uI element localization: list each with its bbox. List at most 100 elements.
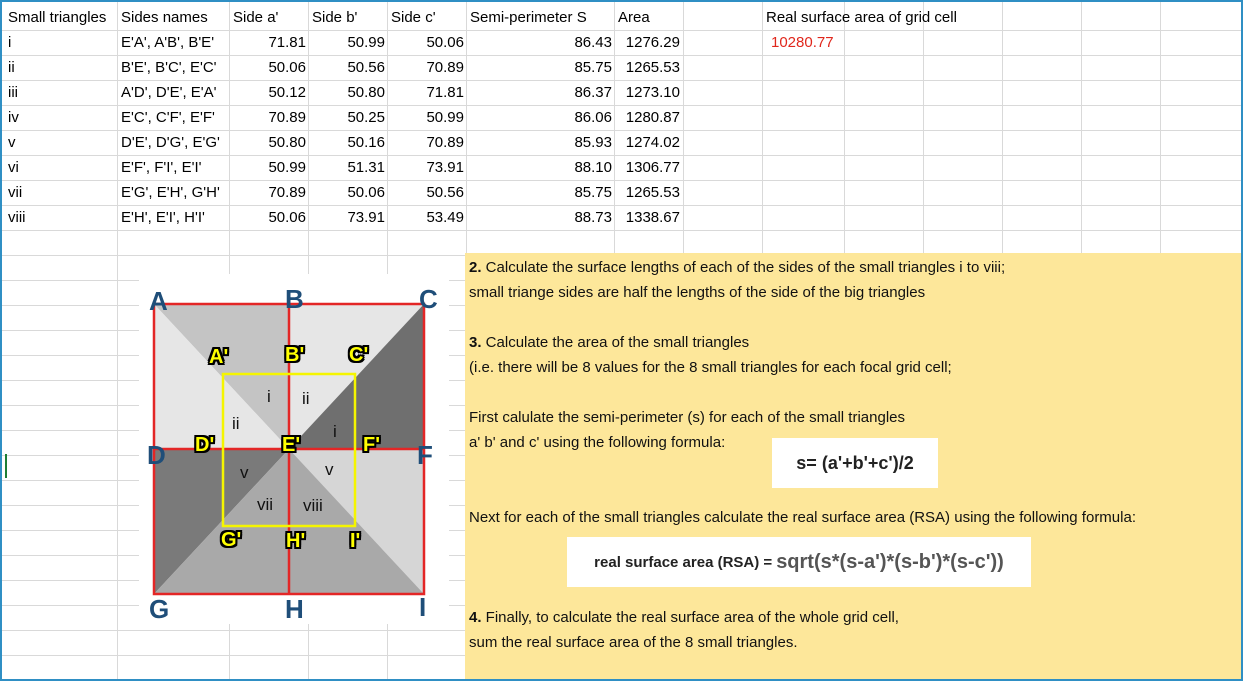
corner-label-b: B: [285, 284, 304, 314]
cell-area[interactable]: 1338.67: [618, 205, 680, 230]
cell-triangle-id[interactable]: iv: [8, 105, 116, 130]
step4-line2: sum the real surface area of the 8 small…: [469, 634, 798, 651]
header-side-b[interactable]: Side b': [312, 5, 386, 30]
cell-semi-perimeter[interactable]: 86.43: [470, 30, 612, 55]
cell-side-a[interactable]: 50.99: [233, 155, 306, 180]
point-label-a-prime: A': [209, 346, 229, 368]
corner-label-h: H: [285, 594, 304, 624]
cell-side-a[interactable]: 50.80: [233, 130, 306, 155]
grid-row-line: [2, 230, 1241, 231]
cell-side-a[interactable]: 50.06: [233, 205, 306, 230]
spreadsheet-window: Small triangles Sides names Side a' Side…: [0, 0, 1243, 681]
step2-number: 2.: [469, 259, 482, 276]
cell-side-c[interactable]: 50.06: [391, 30, 464, 55]
triangle-label-v-right: v: [325, 460, 334, 479]
cell-area[interactable]: 1265.53: [618, 55, 680, 80]
cell-triangle-id[interactable]: vii: [8, 180, 116, 205]
triangle-grid-diagram: A B C D F G H I A' B' C' D' E' F' G' H' …: [139, 274, 449, 624]
cell-area[interactable]: 1306.77: [618, 155, 680, 180]
cell-side-c[interactable]: 73.91: [391, 155, 464, 180]
corner-label-i: I: [419, 592, 427, 622]
cell-triangle-id[interactable]: i: [8, 30, 116, 55]
cell-side-c[interactable]: 70.89: [391, 130, 464, 155]
formula-rsa-expression: sqrt(s*(s-a')*(s-b')*(s-c')): [776, 550, 1004, 573]
triangle-label-i-right: i: [333, 422, 337, 441]
formula-rsa: real surface area (RSA) = sqrt(s*(s-a')*…: [567, 537, 1031, 587]
step3-line3: First calulate the semi-perimeter (s) fo…: [469, 409, 905, 426]
cell-triangle-id[interactable]: ii: [8, 55, 116, 80]
point-label-i-prime: I': [350, 530, 361, 552]
header-semi-perimeter[interactable]: Semi-perimeter S: [470, 5, 613, 30]
cell-area[interactable]: 1276.29: [618, 30, 680, 55]
cell-side-b[interactable]: 73.91: [312, 205, 385, 230]
cell-sides-names[interactable]: E'F', F'I', E'I': [121, 155, 227, 180]
cell-side-a[interactable]: 70.89: [233, 180, 306, 205]
cell-side-c[interactable]: 71.81: [391, 80, 464, 105]
point-label-f-prime: F': [363, 434, 380, 456]
cell-side-b[interactable]: 50.80: [312, 80, 385, 105]
cell-side-b[interactable]: 51.31: [312, 155, 385, 180]
cell-semi-perimeter[interactable]: 86.06: [470, 105, 612, 130]
cell-semi-perimeter[interactable]: 85.93: [470, 130, 612, 155]
cell-sides-names[interactable]: E'H', E'I', H'I': [121, 205, 227, 230]
cell-sides-names[interactable]: B'E', B'C', E'C': [121, 55, 227, 80]
cell-sides-names[interactable]: A'D', D'E', E'A': [121, 80, 227, 105]
cell-semi-perimeter[interactable]: 86.37: [470, 80, 612, 105]
instruction-note: 2. Calculate the surface lengths of each…: [465, 253, 1241, 679]
triangle-label-i-top: i: [267, 387, 271, 406]
cell-area[interactable]: 1273.10: [618, 80, 680, 105]
cell-side-a[interactable]: 50.12: [233, 80, 306, 105]
triangle-label-viii: viii: [303, 496, 323, 515]
cell-semi-perimeter[interactable]: 88.10: [470, 155, 612, 180]
corner-label-g: G: [149, 594, 170, 624]
triangle-label-ii-left: ii: [232, 414, 240, 433]
cell-semi-perimeter[interactable]: 85.75: [470, 180, 612, 205]
cell-triangle-id[interactable]: vi: [8, 155, 116, 180]
cell-semi-perimeter[interactable]: 88.73: [470, 205, 612, 230]
cell-triangle-id[interactable]: v: [8, 130, 116, 155]
cell-side-c[interactable]: 50.99: [391, 105, 464, 130]
header-sides-names[interactable]: Sides names: [121, 5, 227, 30]
formula-semi-perimeter: s= (a'+b'+c')/2: [772, 438, 938, 488]
cell-side-a[interactable]: 70.89: [233, 105, 306, 130]
cell-side-b[interactable]: 50.99: [312, 30, 385, 55]
step4-line1: 4. Finally, to calculate the real surfac…: [469, 605, 899, 630]
cell-sides-names[interactable]: D'E', D'G', E'G': [121, 130, 227, 155]
grid-col-line: [117, 2, 118, 679]
header-side-c[interactable]: Side c': [391, 5, 465, 30]
cell-side-c[interactable]: 50.56: [391, 180, 464, 205]
cell-sides-names[interactable]: E'G', E'H', G'H': [121, 180, 227, 205]
cell-side-b[interactable]: 50.56: [312, 55, 385, 80]
cell-side-b[interactable]: 50.06: [312, 180, 385, 205]
cell-area[interactable]: 1274.02: [618, 130, 680, 155]
cell-triangle-id[interactable]: iii: [8, 80, 116, 105]
cell-semi-perimeter[interactable]: 85.75: [470, 55, 612, 80]
cell-side-a[interactable]: 50.06: [233, 55, 306, 80]
step2-text: Calculate the surface lengths of each of…: [481, 259, 1006, 276]
cell-sides-names[interactable]: E'C', C'F', E'F': [121, 105, 227, 130]
active-cell-marker: [5, 454, 7, 478]
step3-line5: Next for each of the small triangles cal…: [469, 509, 1136, 526]
cell-triangle-id[interactable]: viii: [8, 205, 116, 230]
point-label-h-prime: H': [286, 530, 306, 552]
point-label-c-prime: C': [349, 344, 369, 366]
real-surface-area-value[interactable]: 10280.77: [771, 30, 921, 55]
header-side-a[interactable]: Side a': [233, 5, 307, 30]
header-real-surface-area[interactable]: Real surface area of grid cell: [766, 5, 1006, 30]
step3-text: Calculate the area of the small triangle…: [481, 334, 750, 351]
header-area[interactable]: Area: [618, 5, 682, 30]
step3-line4: a' b' and c' using the following formula…: [469, 434, 726, 451]
cell-side-c[interactable]: 53.49: [391, 205, 464, 230]
cell-area[interactable]: 1280.87: [618, 105, 680, 130]
cell-sides-names[interactable]: E'A', A'B', B'E': [121, 30, 227, 55]
cell-side-b[interactable]: 50.16: [312, 130, 385, 155]
cell-side-c[interactable]: 70.89: [391, 55, 464, 80]
cell-area[interactable]: 1265.53: [618, 180, 680, 205]
point-label-b-prime: B': [285, 344, 305, 366]
header-small-triangles[interactable]: Small triangles: [8, 5, 116, 30]
cell-side-a[interactable]: 71.81: [233, 30, 306, 55]
step4-number: 4.: [469, 609, 482, 626]
step4-text: Finally, to calculate the real surface a…: [481, 609, 899, 626]
cell-side-b[interactable]: 50.25: [312, 105, 385, 130]
step3-line2: (i.e. there will be 8 values for the 8 s…: [469, 359, 952, 376]
